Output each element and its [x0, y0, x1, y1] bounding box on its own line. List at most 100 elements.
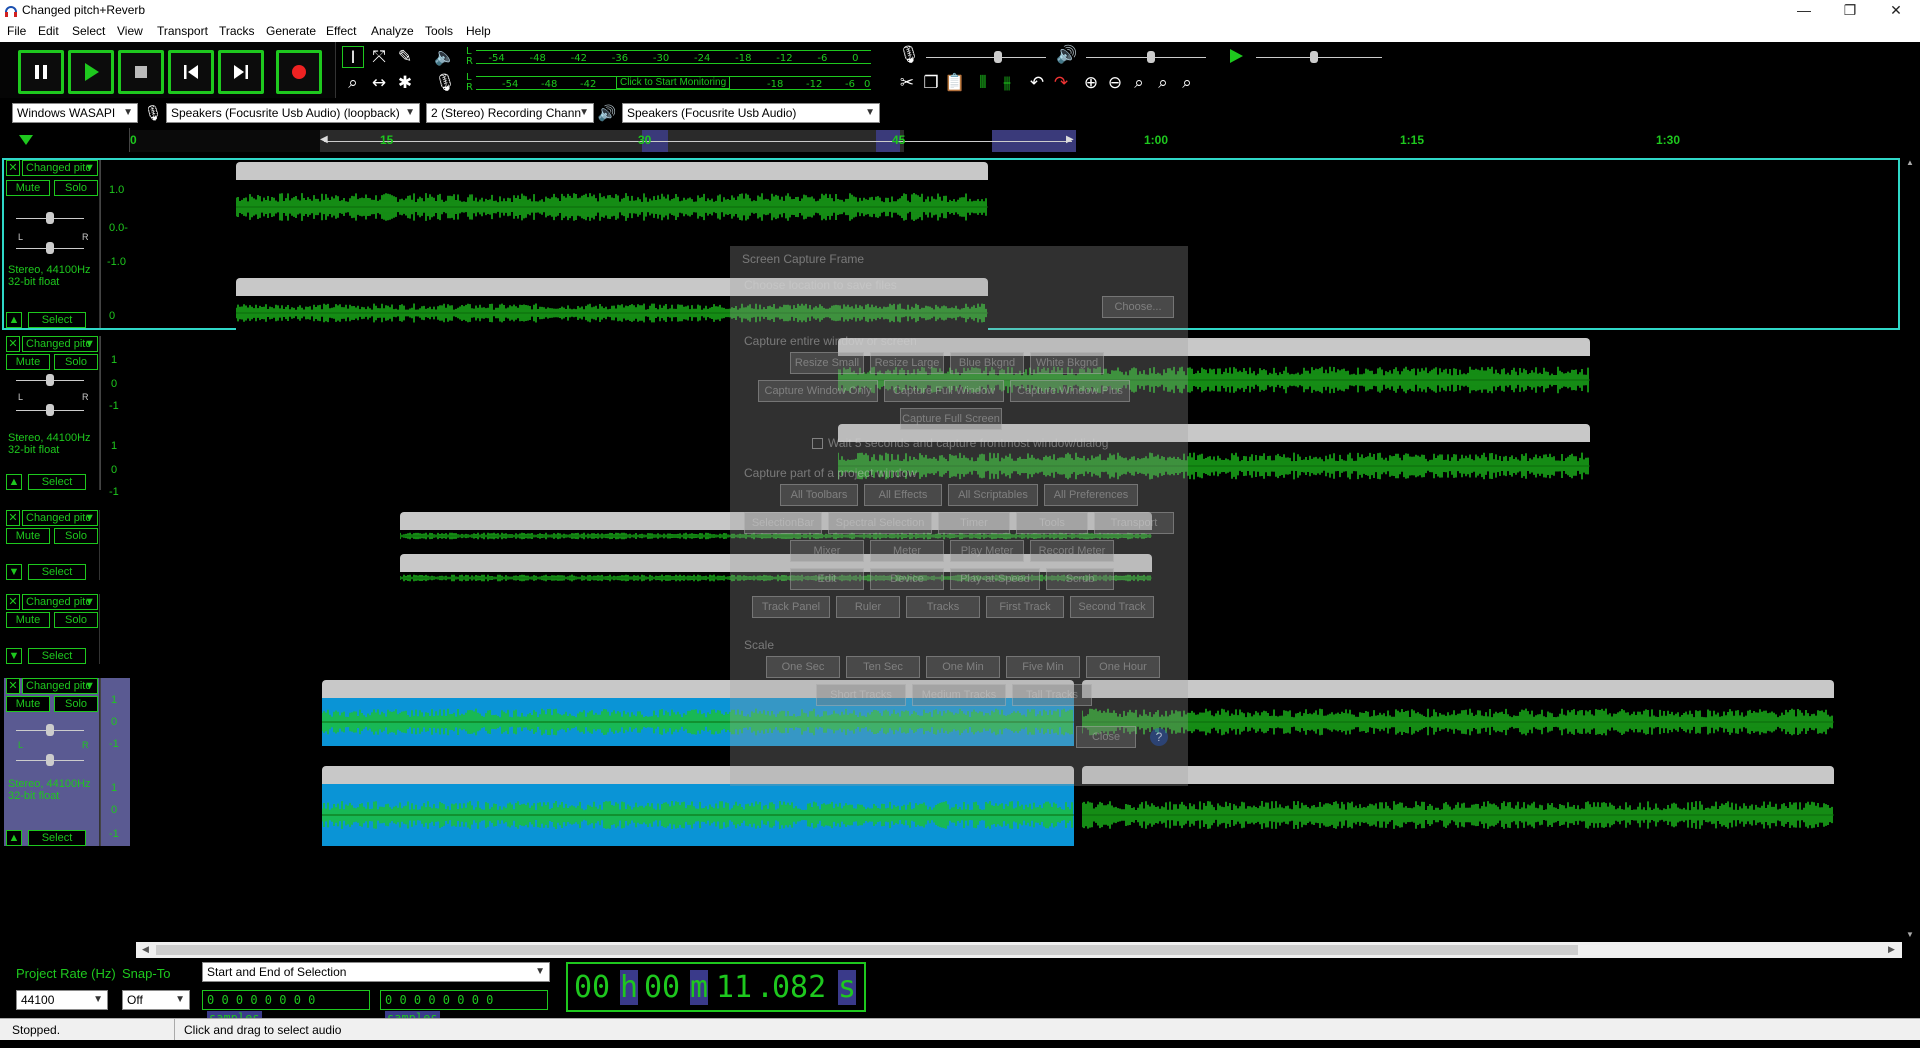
slider-thumb[interactable]: [46, 724, 54, 736]
envelope-tool-icon[interactable]: ⤧: [368, 46, 390, 68]
zoom-out-icon[interactable]: ⊖: [1104, 72, 1126, 94]
collapse-track-icon[interactable]: ▲: [6, 830, 22, 846]
edit-button[interactable]: Edit: [790, 568, 864, 590]
tall-tracks-button[interactable]: Tall Tracks: [1012, 684, 1092, 706]
menu-file[interactable]: File: [7, 24, 26, 38]
scrub-button[interactable]: Scrub: [1046, 568, 1114, 590]
device-button[interactable]: Device: [870, 568, 944, 590]
play-at-speed-icon[interactable]: [1228, 48, 1244, 64]
playback-volume-slider[interactable]: [1086, 57, 1206, 58]
menu-view[interactable]: View: [117, 24, 143, 38]
recording-channels-dropdown[interactable]: 2 (Stereo) Recording Chann ▼: [426, 103, 594, 123]
project-rate-dropdown[interactable]: 44100 ▼: [16, 990, 108, 1010]
choose-button[interactable]: Choose...: [1102, 296, 1174, 318]
scroll-left-icon[interactable]: ◀: [142, 944, 149, 955]
timeline-options-icon[interactable]: [18, 134, 34, 146]
mixer-button[interactable]: Mixer: [790, 540, 864, 562]
timer-button[interactable]: Timer: [938, 512, 1010, 534]
silence-audio-icon[interactable]: ⫵: [996, 72, 1018, 94]
redo-icon[interactable]: ↷: [1050, 72, 1072, 94]
one-hour-button[interactable]: One Hour: [1086, 656, 1160, 678]
track-name-menu[interactable]: Changed pitc ▼: [22, 678, 98, 694]
slider-thumb[interactable]: [46, 374, 54, 386]
menu-help[interactable]: Help: [466, 24, 491, 38]
scroll-thumb[interactable]: [156, 945, 1578, 955]
help-icon[interactable]: ?: [1150, 728, 1168, 746]
close-track-icon[interactable]: ✕: [6, 160, 20, 176]
close-track-icon[interactable]: ✕: [6, 510, 20, 526]
close-track-icon[interactable]: ✕: [6, 336, 20, 352]
selection-start-field[interactable]: 0 0 0 0 0 0 0 0 samples: [202, 990, 370, 1025]
waveform[interactable]: [235, 180, 988, 234]
play-region-end-icon[interactable]: ▶: [1066, 134, 1074, 145]
close-track-icon[interactable]: ✕: [6, 594, 20, 610]
mute-button[interactable]: Mute: [6, 612, 50, 628]
playback-device-dropdown[interactable]: Speakers (Focusrite Usb Audio) ▼: [622, 103, 880, 123]
clip-title-bar[interactable]: [236, 162, 988, 180]
close-window-button[interactable]: ✕: [1873, 0, 1919, 22]
speaker-icon[interactable]: 🔈: [434, 46, 456, 68]
select-track-button[interactable]: Select: [28, 830, 86, 846]
pause-button[interactable]: [18, 50, 64, 94]
track-panel-button[interactable]: Track Panel: [752, 596, 830, 618]
tracks-button[interactable]: Tracks: [906, 596, 980, 618]
audio-clip[interactable]: [1081, 680, 1834, 746]
mute-button[interactable]: Mute: [6, 528, 50, 544]
solo-button[interactable]: Solo: [54, 528, 98, 544]
second-track-button[interactable]: Second Track: [1070, 596, 1154, 618]
skip-to-start-button[interactable]: [168, 50, 214, 94]
audio-host-dropdown[interactable]: Windows WASAPI ▼: [12, 103, 138, 123]
paste-icon[interactable]: 📋: [944, 72, 966, 94]
capture-window-plus-button[interactable]: Capture Window Plus: [1010, 380, 1130, 402]
play-button[interactable]: [68, 50, 114, 94]
play-region-start-icon[interactable]: ◀: [320, 134, 328, 145]
menu-effect[interactable]: Effect: [326, 24, 356, 38]
fit-project-icon[interactable]: ⌕: [1152, 72, 1174, 94]
track-name-menu[interactable]: Changed pitc ▼: [22, 510, 98, 526]
ruler-button[interactable]: Ruler: [836, 596, 900, 618]
microphone-icon[interactable]: 🎙: [434, 72, 456, 94]
slider-thumb[interactable]: [46, 212, 54, 224]
white-bkgnd-button[interactable]: White Bkgnd: [1030, 352, 1104, 374]
menu-tools[interactable]: Tools: [425, 24, 453, 38]
solo-button[interactable]: Solo: [54, 180, 98, 196]
medium-tracks-button[interactable]: Medium Tracks: [912, 684, 1006, 706]
spectral-selection-button[interactable]: Spectral Selection: [828, 512, 932, 534]
meter-button[interactable]: Meter: [870, 540, 944, 562]
start-monitoring-button[interactable]: Click to Start Monitoring: [616, 76, 731, 89]
resize-small-button[interactable]: Resize Small: [790, 352, 864, 374]
waveform[interactable]: [1081, 698, 1834, 746]
play-speed-slider[interactable]: [1256, 57, 1382, 58]
timeline-ruler[interactable]: ◀ ▶ 0 15 30 45 1:00 1:15 1:30: [0, 128, 1920, 152]
solo-button[interactable]: Solo: [54, 696, 98, 712]
first-track-button[interactable]: First Track: [986, 596, 1064, 618]
solo-button[interactable]: Solo: [54, 612, 98, 628]
menu-generate[interactable]: Generate: [266, 24, 316, 38]
collapse-track-icon[interactable]: ▲: [6, 474, 22, 490]
select-track-button[interactable]: Select: [28, 648, 86, 664]
select-track-button[interactable]: Select: [28, 312, 86, 328]
menu-transport[interactable]: Transport: [157, 24, 208, 38]
audio-position-display[interactable]: 00 h 00 m 11 . 082 s: [566, 962, 866, 1012]
resize-large-button[interactable]: Resize Large: [870, 352, 944, 374]
slider-thumb[interactable]: [46, 754, 54, 766]
track-name-menu[interactable]: Changed pitc ▼: [22, 336, 98, 352]
recording-meter[interactable]: -54 -48 -42 Click to Start Monitoring -1…: [476, 76, 871, 90]
multi-tool-icon[interactable]: ✱: [394, 72, 416, 94]
undo-icon[interactable]: ↶: [1026, 72, 1048, 94]
snap-to-dropdown[interactable]: Off ▼: [122, 990, 190, 1010]
capture-full-window-button[interactable]: Capture Full Window: [884, 380, 1004, 402]
menu-analyze[interactable]: Analyze: [371, 24, 414, 38]
ten-sec-button[interactable]: Ten Sec: [846, 656, 920, 678]
menu-select[interactable]: Select: [72, 24, 105, 38]
recording-volume-slider[interactable]: [926, 57, 1046, 58]
audio-clip[interactable]: [1081, 766, 1834, 846]
close-track-icon[interactable]: ✕: [6, 678, 20, 694]
selection-tool-icon[interactable]: I: [342, 46, 364, 68]
cut-icon[interactable]: ✂: [896, 72, 918, 94]
wait-checkbox[interactable]: [812, 438, 823, 449]
recording-device-dropdown[interactable]: Speakers (Focusrite Usb Audio) (loopback…: [166, 103, 420, 123]
waveform[interactable]: [1081, 784, 1834, 846]
screen-capture-dialog[interactable]: Screen Capture Frame Choose location to …: [730, 246, 1188, 786]
mute-button[interactable]: Mute: [6, 354, 50, 370]
